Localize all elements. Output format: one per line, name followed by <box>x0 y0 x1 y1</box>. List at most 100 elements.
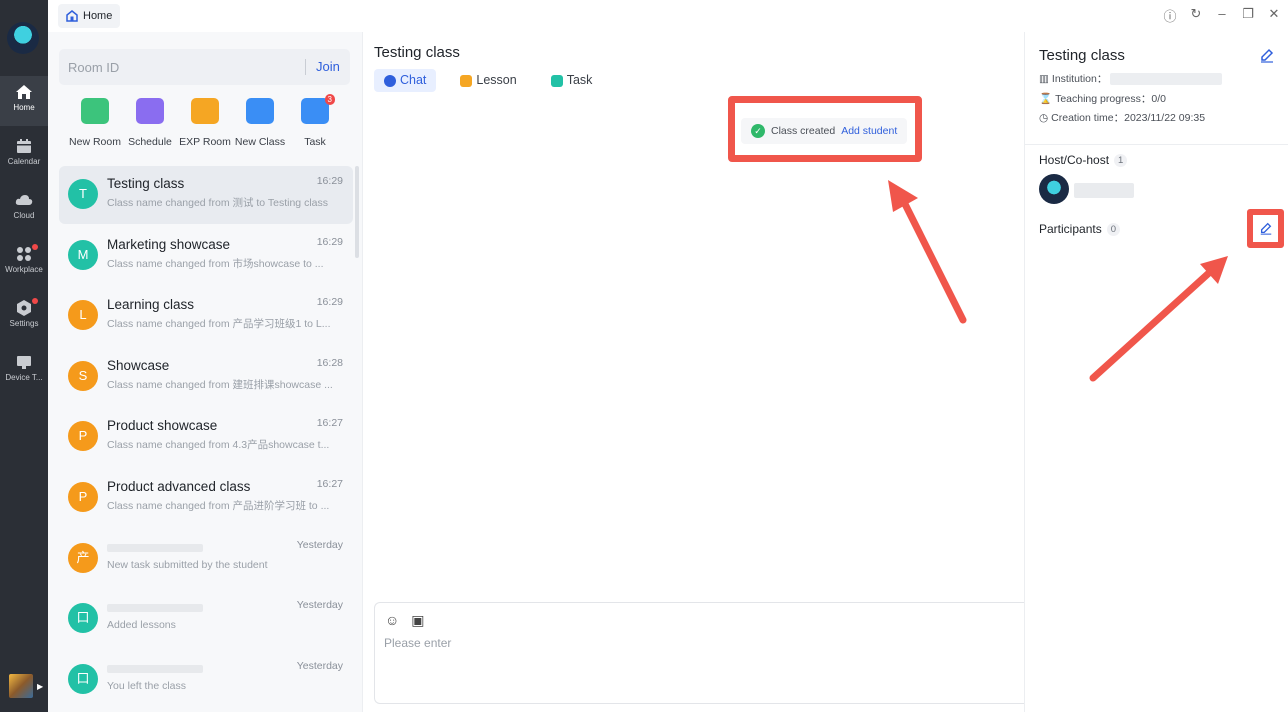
conversation-item[interactable]: T Testing class 16:29 Class name changed fr… <box>59 166 353 224</box>
conversation-item[interactable]: 口 Yesterday You left the class <box>59 651 353 709</box>
tab-lesson-label: Lesson <box>476 73 517 87</box>
institution-label: Institution： <box>1051 73 1108 85</box>
class-title: Testing class <box>1039 47 1125 64</box>
conversation-panel: Join New Room Schedule EXP Room New Clas… <box>48 32 362 712</box>
app-logo <box>7 22 39 54</box>
lightning-icon <box>81 98 109 124</box>
calendar-icon <box>17 139 31 153</box>
class-info-panel: Testing class ▥ Institution： ⌛ Teaching … <box>1024 32 1288 712</box>
conversation-time: Yesterday <box>296 659 343 672</box>
tab-chat[interactable]: Chat <box>374 69 437 92</box>
conversation-time: Yesterday <box>296 599 343 612</box>
nav-home-label: Home <box>13 103 35 112</box>
check-circle-icon: ✓ <box>751 124 765 138</box>
quick-label: EXP Room <box>179 136 231 148</box>
nav-settings-label: Settings <box>9 319 39 328</box>
conversation-avatar: 口 <box>68 663 98 694</box>
conversation-preview: New task submitted by the student <box>107 558 268 571</box>
conversation-preview: Class name changed from 产品进阶学习班 to ... <box>107 500 330 512</box>
restore-icon[interactable]: ❐ <box>1240 6 1256 25</box>
conversation-avatar: M <box>68 239 98 270</box>
nav-device-label: Device T... <box>5 373 43 382</box>
conversation-time: Yesterday <box>296 538 343 551</box>
quick-exp-room[interactable]: EXP Room <box>177 98 233 148</box>
conversation-item[interactable]: P Product showcase 16:27 Class name changed… <box>59 408 353 466</box>
house-icon <box>66 10 78 22</box>
quick-schedule[interactable]: Schedule <box>122 98 178 148</box>
progress-text: Teaching progress：0/0 <box>1055 93 1166 105</box>
conversation-avatar: 产 <box>68 542 98 573</box>
nav-calendar[interactable]: Calendar <box>0 130 48 180</box>
conversation-item[interactable]: P Product advanced class 16:27 Class name c… <box>59 469 353 527</box>
host-section: Host/Co-host 1 <box>1039 153 1128 167</box>
chat-icon <box>384 74 396 87</box>
quick-new-class[interactable]: New Class <box>232 98 288 148</box>
conversation-item[interactable]: 产 Yesterday New task submitted by the stud… <box>59 530 353 588</box>
quick-label: Schedule <box>128 136 172 148</box>
user-avatar[interactable] <box>9 674 33 698</box>
nav-device-test[interactable]: Device T... <box>0 346 48 396</box>
chat-tabs: Chat Lesson Task <box>374 69 602 92</box>
apps-icon <box>17 247 31 261</box>
emoji-icon[interactable]: ☺ <box>385 612 399 629</box>
scrollbar[interactable] <box>355 166 359 258</box>
nav-workplace[interactable]: Workplace <box>0 238 48 288</box>
host-avatar[interactable] <box>1039 174 1069 204</box>
conversation-preview: Added lessons <box>107 619 176 632</box>
message-input[interactable] <box>384 636 984 692</box>
creation-row: ◷ Creation time：2023/11/22 09:35 <box>1039 110 1205 125</box>
nav-cloud-label: Cloud <box>13 211 35 220</box>
notification-dot <box>32 298 38 304</box>
edit-icon[interactable] <box>1259 47 1275 63</box>
notification-dot <box>32 244 38 250</box>
nav-cloud[interactable]: Cloud <box>0 184 48 234</box>
conversation-time: 16:27 <box>316 417 343 430</box>
conversation-item[interactable]: L Learning class 16:29 Class name changed f… <box>59 287 353 345</box>
refresh-icon[interactable]: ↻ <box>1188 6 1204 25</box>
conversation-avatar: S <box>68 360 98 391</box>
tab-home[interactable]: Home <box>58 4 121 28</box>
conversation-time: 16:29 <box>316 175 343 187</box>
participants-label: Participants <box>1039 222 1102 236</box>
image-icon[interactable]: ▣ <box>411 612 424 629</box>
quick-label: Task <box>304 136 326 148</box>
cloud-icon <box>15 195 33 205</box>
conversation-avatar: T <box>68 179 98 209</box>
conversation-item[interactable]: 口 Yesterday Added lessons <box>59 590 353 648</box>
join-button[interactable]: Join <box>316 59 340 74</box>
conversation-avatar: L <box>68 300 98 331</box>
conversation-item[interactable]: M Marketing showcase 16:29 Class name chang… <box>59 227 353 285</box>
add-student-link[interactable]: Add student <box>841 118 897 144</box>
task-badge: 3 <box>324 94 335 105</box>
tab-task[interactable]: Task <box>541 69 603 92</box>
conversation-preview: Class name changed from 4.3产品showcase t.… <box>107 439 330 452</box>
close-icon[interactable]: ✕ <box>1266 6 1282 25</box>
nav-home[interactable]: Home <box>0 76 48 126</box>
quick-new-room[interactable]: New Room <box>67 98 123 148</box>
nav-settings[interactable]: Settings <box>0 292 48 342</box>
conversation-time: 16:28 <box>316 356 343 369</box>
creation-text: Creation time：2023/11/22 09:35 <box>1051 112 1206 124</box>
schedule-icon <box>136 98 164 124</box>
help-icon[interactable]: ⓘ <box>1162 6 1178 25</box>
tab-lesson[interactable]: Lesson <box>450 69 526 92</box>
minimize-icon[interactable]: – <box>1214 6 1230 25</box>
caret-right-icon: ▶ <box>37 682 44 691</box>
redacted-name <box>107 543 203 552</box>
participants-count: 0 <box>1106 222 1120 236</box>
task-icon <box>550 74 563 87</box>
conversation-item[interactable]: S Showcase 16:28 Class name changed from 建班… <box>59 348 353 406</box>
composer-toolbar: ☺ ▣ <box>385 612 425 629</box>
edit-participants-icon[interactable] <box>1259 221 1273 235</box>
message-composer: ☺ ▣ <box>374 602 1034 704</box>
conversation-name: Showcase <box>107 357 170 373</box>
app-window: Home Calendar Cloud Workplace Settings D… <box>0 0 1288 712</box>
conversation-preview: Class name changed from 市场showcase to ..… <box>107 257 324 270</box>
room-search-box: Join <box>59 49 350 85</box>
home-icon <box>16 85 32 99</box>
hourglass-icon: ⌛ <box>1039 93 1053 105</box>
quick-label: New Class <box>234 136 286 148</box>
quick-task[interactable]: 3 Task <box>287 94 343 148</box>
room-id-input[interactable] <box>68 49 298 85</box>
participants-section: Participants 0 <box>1039 222 1120 236</box>
